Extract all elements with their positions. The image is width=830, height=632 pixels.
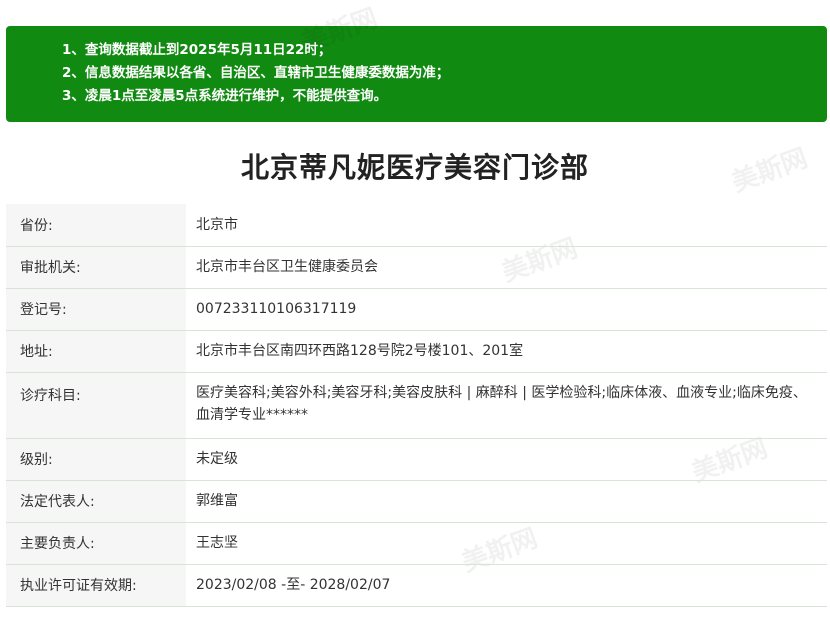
row-label: 省份: xyxy=(6,204,186,247)
row-label: 审批机关: xyxy=(6,246,186,289)
row-value: 北京市 xyxy=(186,204,827,247)
row-value: 2023/02/08 -至- 2028/02/07 xyxy=(186,564,827,607)
row-value: 北京市丰台区卫生健康委员会 xyxy=(186,246,827,289)
page-title: 北京蒂凡妮医疗美容门诊部 xyxy=(240,151,589,184)
notice-banner: 1、查询数据截止到2025年5月11日22时； 2、信息数据结果以各省、自治区、… xyxy=(6,26,827,122)
table-row: 省份: 北京市 xyxy=(6,204,827,247)
table-row: 级别: 未定级 xyxy=(6,438,827,481)
notice-line: 3、凌晨1点至凌晨5点系统进行维护，不能提供查询。 xyxy=(62,88,388,104)
table-row: 地址: 北京市丰台区南四环西路128号院2号楼101、201室 xyxy=(6,330,827,373)
table-row: 诊疗科目: 医疗美容科;美容外科;美容牙科;美容皮肤科 | 麻醉科 | 医学检验… xyxy=(6,372,827,439)
table-row: 主要负责人: 王志坚 xyxy=(6,522,827,565)
table-row: 法定代表人: 郭维富 xyxy=(6,480,827,523)
row-value: 王志坚 xyxy=(186,522,827,565)
row-label: 主要负责人: xyxy=(6,522,186,565)
row-value: 北京市丰台区南四环西路128号院2号楼101、201室 xyxy=(186,330,827,373)
info-table: 省份: 北京市 审批机关: 北京市丰台区卫生健康委员会 登记号: 0072331… xyxy=(6,204,827,607)
notice-line: 1、查询数据截止到2025年5月11日22时； xyxy=(62,42,332,58)
row-label: 法定代表人: xyxy=(6,480,186,523)
row-value: 007233110106317119 xyxy=(186,288,827,331)
row-label: 登记号: xyxy=(6,288,186,331)
notice-line: 2、信息数据结果以各省、自治区、直辖市卫生健康委数据为准； xyxy=(62,65,450,81)
table-row: 执业许可证有效期: 2023/02/08 -至- 2028/02/07 xyxy=(6,564,827,607)
table-row: 登记号: 007233110106317119 xyxy=(6,288,827,331)
row-label: 执业许可证有效期: xyxy=(6,564,186,607)
row-label: 地址: xyxy=(6,330,186,373)
table-row: 审批机关: 北京市丰台区卫生健康委员会 xyxy=(6,246,827,289)
row-value: 未定级 xyxy=(186,438,827,481)
row-label: 级别: xyxy=(6,438,186,481)
row-label: 诊疗科目: xyxy=(6,372,186,439)
row-value: 医疗美容科;美容外科;美容牙科;美容皮肤科 | 麻醉科 | 医学检验科;临床体液… xyxy=(186,372,827,439)
row-value: 郭维富 xyxy=(186,480,827,523)
